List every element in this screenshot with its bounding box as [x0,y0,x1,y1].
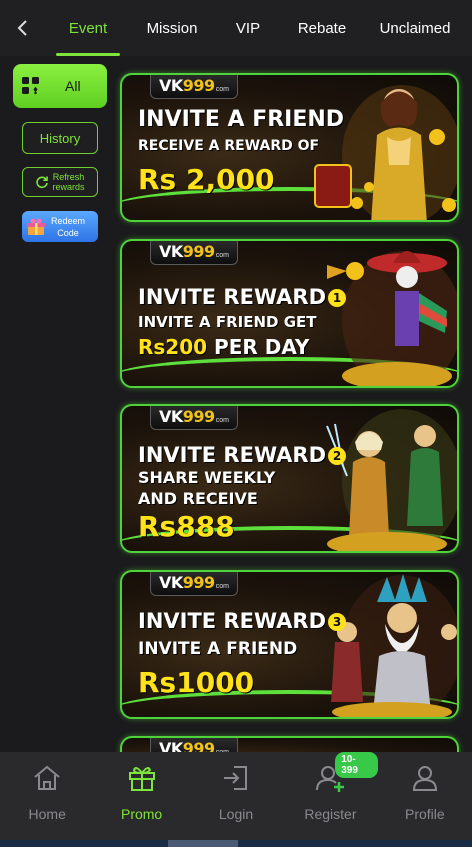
history-label: History [39,130,81,146]
user-icon [412,766,437,791]
banner-character-art [331,574,457,717]
tab-rebate[interactable]: Rebate [284,0,360,56]
gift-icon [128,767,155,791]
nav-promo[interactable]: Promo [94,752,188,840]
banner-headline: INVITE REWARD 1 [138,285,347,309]
redeem-label-line1: Redeem [51,215,86,226]
promo-banner-invite-reward-3[interactable]: VK999 com INVITE REWARD 3 INVITE A FRIEND … [120,570,459,719]
nav-profile-label: Profile [404,806,445,822]
banner-headline: INVITE REWARD 2 [138,443,347,467]
brand-logo: VK999com [150,75,238,99]
redeem-label-line2: Code [57,227,79,238]
nav-register-label: Register [304,806,357,822]
filter-all-button[interactable]: All [13,64,107,108]
banner-amount: Rs1000 [138,666,255,699]
refresh-rewards-button[interactable]: Refresh rewards [22,167,98,197]
banner-amount: Rs 2,000 [138,163,275,196]
scrollbar-thumb[interactable] [168,840,238,847]
banner-subline-2: AND RECEIVE [138,489,258,508]
filter-all-label: All [65,78,81,94]
banner-amount: Rs888 [138,510,235,543]
promo-banner-invite-reward-1[interactable]: VK999 com INVITE REWARD 1 INVITE A FRIEND … [120,239,459,388]
brand-logo: VK999com [150,572,238,596]
banner-headline: INVITE REWARD 3 [138,609,347,633]
refresh-label-line1: Refresh [52,172,85,182]
tab-unclaimed[interactable]: Unclaimed [360,0,470,56]
nav-home[interactable]: Home [0,752,94,840]
banner-character-art [326,409,457,551]
banner-amount-line: Rs200 PER DAY [138,335,309,359]
brand-logo: VK999com [150,241,238,265]
banner-character-art [327,251,457,386]
tab-vip[interactable]: VIP [212,0,284,56]
back-button[interactable] [0,0,44,56]
banner-amount: Rs200 [138,335,208,359]
promo-banner-invite-reward-2[interactable]: VK999 com INVITE REWARD 2 SHARE WEEKLY AND… [120,404,459,553]
nav-login-label: Login [218,806,254,822]
banner-headline: INVITE A FRIEND [138,107,345,132]
chevron-left-icon [17,20,27,36]
home-icon [34,765,60,790]
brand-logo: VK999com [150,406,238,430]
category-grid-icon [22,77,39,95]
banner-amount-suffix: PER DAY [214,335,310,359]
promo-screen: Event Mission VIP Rebate Unclaimed All H… [0,0,472,847]
refresh-label-line2: rewards [52,182,85,192]
nav-promo-label: Promo [120,806,163,822]
redeem-code-button[interactable]: Redeem Code [22,211,98,242]
top-tab-bar: Event Mission VIP Rebate Unclaimed [0,0,472,56]
nav-profile[interactable]: Profile [378,752,472,840]
gift-box-icon [27,218,45,235]
register-bonus-badge: 10-399 [335,752,378,778]
banner-subline: RECEIVE A REWARD OF [138,138,320,154]
login-icon [224,766,248,790]
promo-banner-invite-friend[interactable]: VK999 com INVITE A FRIEND RECEIVE A REWAR… [120,73,459,222]
browser-scrollbar[interactable] [0,840,472,847]
nav-home-label: Home [28,806,66,822]
tab-mission[interactable]: Mission [132,0,212,56]
reward-number-badge: 1 [328,289,347,307]
bottom-nav: Home Promo Login 10-399 Register Profile [0,752,472,840]
nav-login[interactable]: Login [189,752,283,840]
reward-number-badge: 2 [328,447,347,465]
banner-subline: INVITE A FRIEND [138,639,298,659]
banner-character-art [314,85,457,220]
reward-number-badge: 3 [328,613,347,631]
history-button[interactable]: History [22,122,98,154]
banner-subline: SHARE WEEKLY [138,468,276,487]
nav-register[interactable]: 10-399 Register [283,752,378,840]
banner-subline: INVITE A FRIEND GET [138,313,317,331]
tab-event[interactable]: Event [44,0,132,56]
refresh-icon [36,176,49,189]
